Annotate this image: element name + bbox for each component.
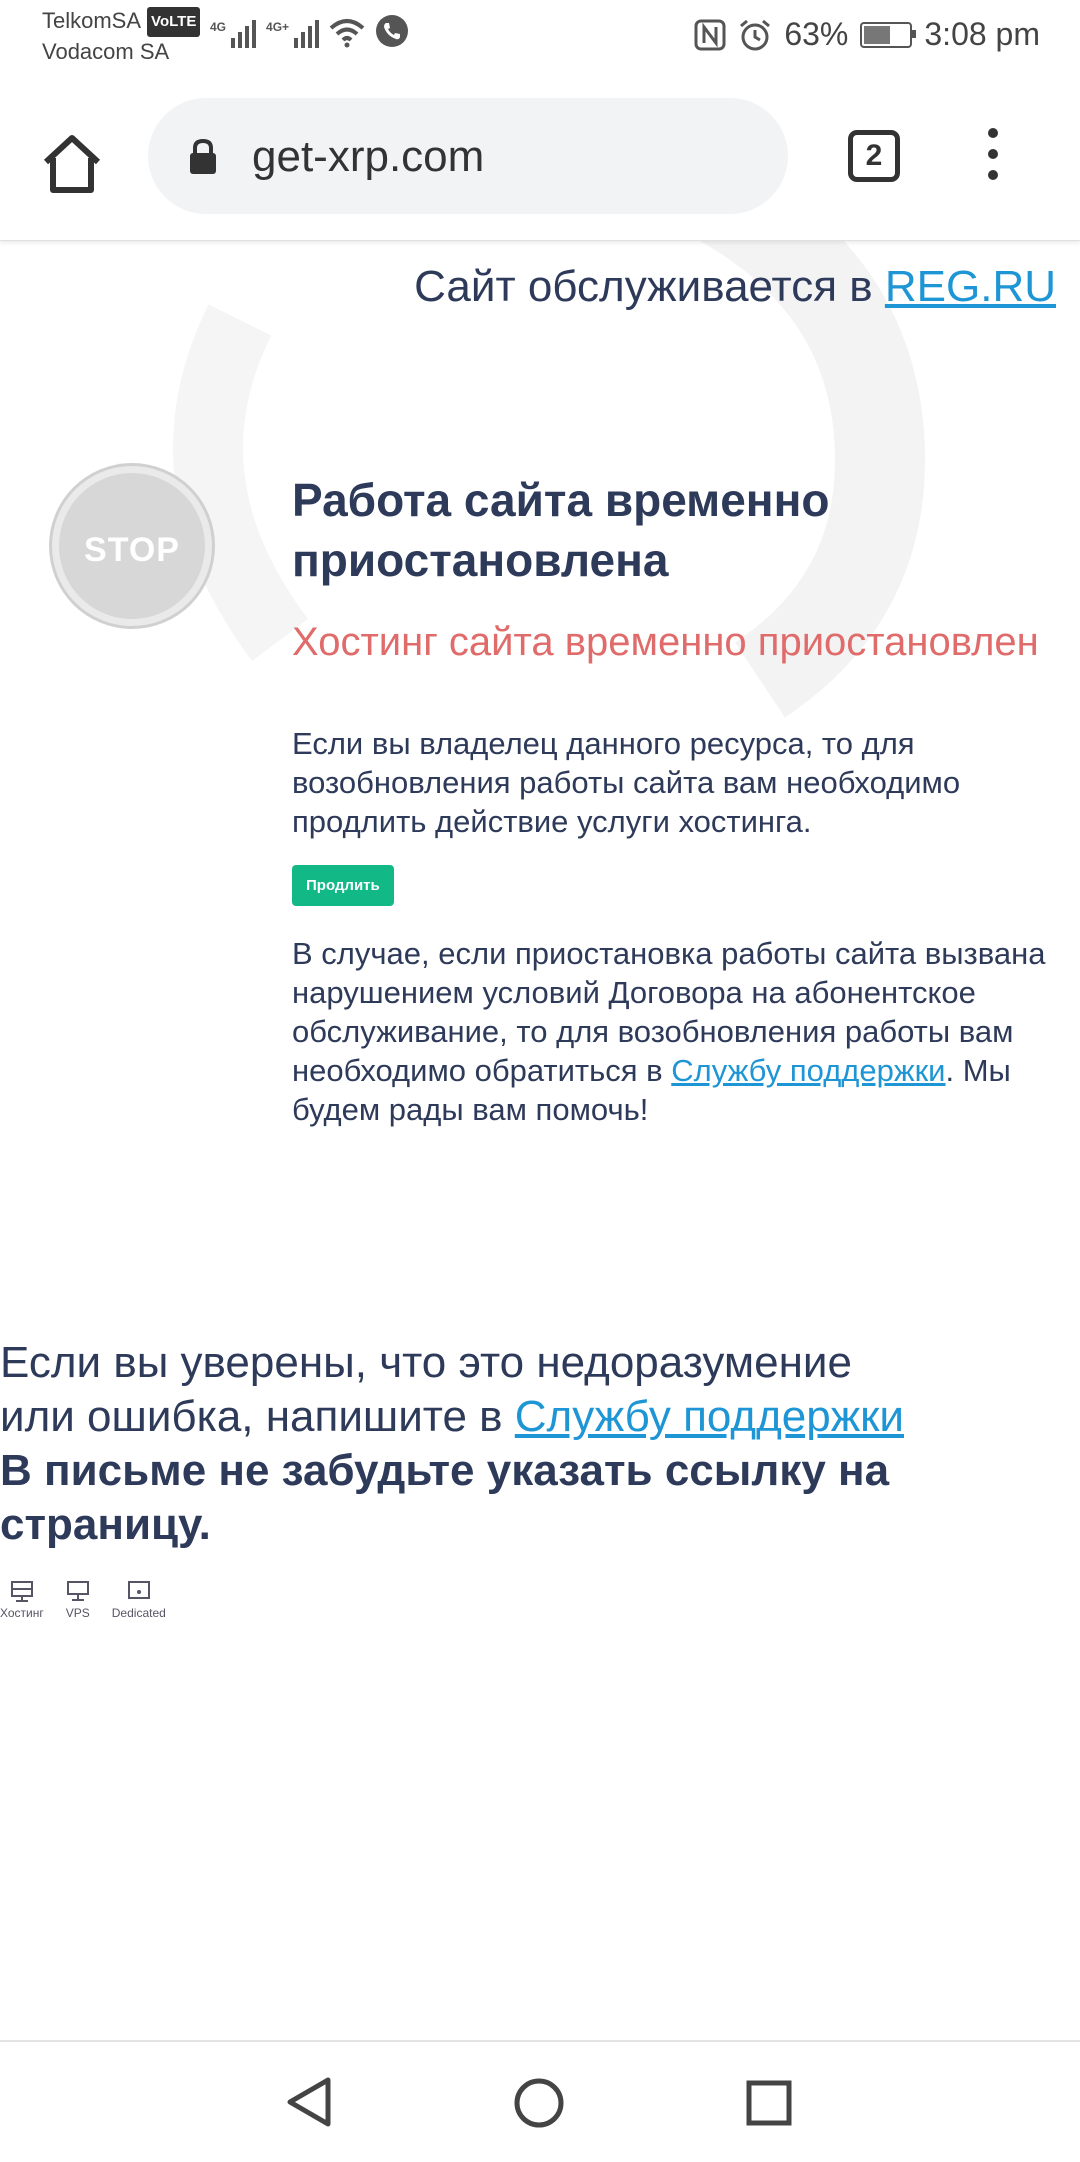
stop-icon: STOP [52, 466, 212, 626]
home-icon[interactable] [38, 130, 106, 198]
recent-apps-icon[interactable] [746, 2080, 792, 2126]
signal-icon-1: 4G [210, 20, 257, 48]
service-dedicated[interactable]: Dedicated [112, 1580, 166, 1620]
dedicated-server-icon [127, 1581, 150, 1599]
error-note: Если вы уверены, что это недоразумение и… [0, 1336, 1080, 1552]
home-nav-icon[interactable] [514, 2078, 564, 2128]
support-link[interactable]: Службу поддержки [671, 1053, 945, 1088]
volte-badge: VoLTE [147, 7, 201, 37]
note-bold: В письме не забудьте указать ссылку на с… [0, 1446, 890, 1549]
wifi-icon [329, 19, 365, 48]
renew-button[interactable]: Продлить [292, 865, 394, 906]
carrier-info: TelkomSA VoLTE Vodacom SA [42, 6, 201, 67]
tab-switcher-button[interactable]: 2 [848, 130, 900, 182]
url-text[interactable]: get-xrp.com [252, 132, 484, 182]
service-hosting[interactable]: Хостинг [0, 1580, 44, 1620]
clock: 3:08 pm [924, 16, 1040, 52]
browser-toolbar: get-xrp.com 2 [0, 70, 1080, 241]
overflow-menu-icon[interactable] [978, 128, 1008, 188]
status-bar: TelkomSA VoLTE Vodacom SA 4G 4G+ 63% 3:0… [0, 0, 1080, 70]
carrier-2: Vodacom SA [42, 39, 170, 64]
owner-instructions: Если вы владелец данного ресурса, то для… [292, 726, 961, 839]
monitor-icon [66, 1581, 89, 1601]
signal-icon-2: 4G+ [266, 20, 320, 48]
hosted-prefix: Сайт обслуживается в [414, 262, 873, 311]
note-line-1: Если вы уверены, что это недоразумение [0, 1338, 852, 1387]
page-title: Работа сайта временно приостановлена [292, 474, 830, 586]
signal-icons: 4G 4G+ [210, 14, 409, 48]
alarm-icon [740, 19, 771, 50]
carrier-1: TelkomSA [42, 8, 142, 33]
lock-icon [190, 138, 216, 174]
nfc-icon [694, 19, 726, 50]
phone-call-icon [376, 15, 409, 47]
service-vps[interactable]: VPS [66, 1580, 90, 1620]
hosted-by-line: Сайт обслуживается в REG.RU [414, 262, 1056, 312]
status-right: 63% 3:08 pm [694, 16, 1040, 53]
system-nav-bar [0, 2040, 1080, 2162]
violation-paragraph: В случае, если приостановка работы сайта… [292, 936, 1046, 1127]
battery-percent: 63% [784, 16, 849, 52]
note-line-2: или ошибка, напишите в Службу поддержки [0, 1392, 904, 1441]
suspension-message: Работа сайта временно приостановлена Хос… [292, 470, 1052, 1129]
back-icon[interactable] [284, 2076, 334, 2128]
support-link-2[interactable]: Службу поддержки [515, 1392, 904, 1441]
page-subtitle: Хостинг сайта временно приостановлен [292, 620, 1039, 664]
service-links: Хостинг VPS Dedicated [0, 1580, 188, 1620]
regru-link[interactable]: REG.RU [885, 262, 1056, 311]
battery-icon [860, 21, 917, 48]
address-bar[interactable]: get-xrp.com [148, 98, 788, 214]
server-icon [10, 1581, 33, 1602]
stop-label: STOP [84, 531, 180, 569]
